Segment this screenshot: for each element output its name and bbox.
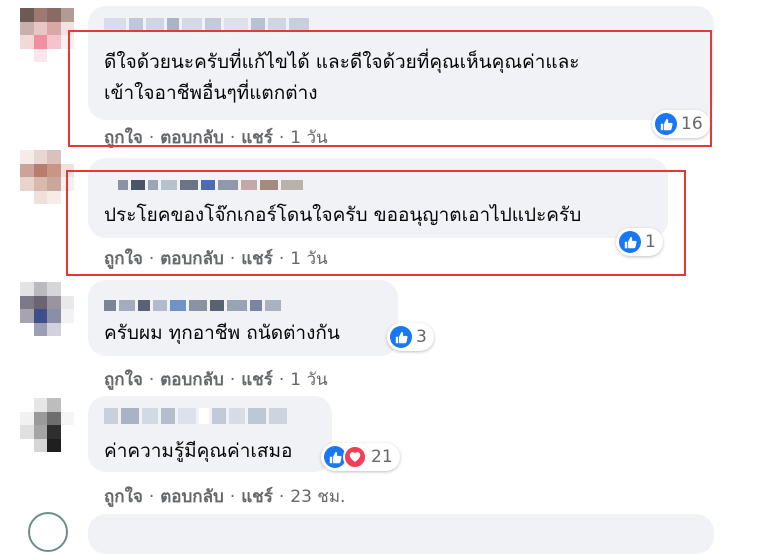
author-name-blurred[interactable] [104, 300, 281, 311]
heart-icon [343, 445, 367, 469]
separator: · [148, 370, 155, 390]
separator: · [229, 487, 236, 507]
like-link[interactable]: ถูกใจ [104, 487, 143, 507]
comment-text: ครับผม ทุกอาชีพ ถนัดต่างกัน [104, 318, 340, 349]
reaction-count: 21 [371, 447, 393, 467]
comment-text-line: ครับผม ทุกอาชีพ ถนัดต่างกัน [104, 322, 340, 344]
author-name-blurred[interactable] [104, 408, 287, 424]
avatar[interactable] [20, 282, 74, 336]
reaction-count: 3 [416, 327, 427, 347]
next-comment-bubble [88, 514, 714, 554]
comment-text: ค่าความรู้มีคุณค่าเสมอ [104, 436, 292, 467]
highlight-box [66, 170, 686, 276]
avatar[interactable] [20, 398, 74, 452]
reply-link[interactable]: ตอบกลับ [160, 487, 224, 507]
author-name-blurred[interactable] [104, 18, 309, 30]
separator: · [278, 370, 285, 390]
reaction-summary[interactable]: 21 [321, 443, 400, 471]
highlight-box [68, 30, 712, 147]
timestamp[interactable]: 23 ชม. [290, 487, 345, 507]
timestamp[interactable]: 1 วัน [290, 370, 327, 390]
separator: · [229, 370, 236, 390]
reply-link[interactable]: ตอบกลับ [160, 370, 224, 390]
separator: · [148, 487, 155, 507]
share-link[interactable]: แชร์ [241, 370, 273, 390]
like-link[interactable]: ถูกใจ [104, 370, 143, 390]
comment-bubble: ครับผม ทุกอาชีพ ถนัดต่างกัน [88, 280, 398, 356]
comment-actions: ถูกใจ · ตอบกลับ · แชร์ · 23 ชม. [104, 483, 345, 510]
thumbs-up-icon [390, 326, 412, 348]
reaction-summary[interactable]: 3 [387, 323, 434, 351]
comment-actions: ถูกใจ · ตอบกลับ · แชร์ · 1 วัน [104, 366, 328, 393]
separator: · [278, 487, 285, 507]
comment-text-line: ค่าความรู้มีคุณค่าเสมอ [104, 440, 293, 462]
avatar[interactable] [20, 8, 74, 62]
comment-bubble: ค่าความรู้มีคุณค่าเสมอ [88, 396, 332, 472]
share-link[interactable]: แชร์ [241, 487, 273, 507]
next-comment-avatar[interactable] [28, 512, 68, 552]
